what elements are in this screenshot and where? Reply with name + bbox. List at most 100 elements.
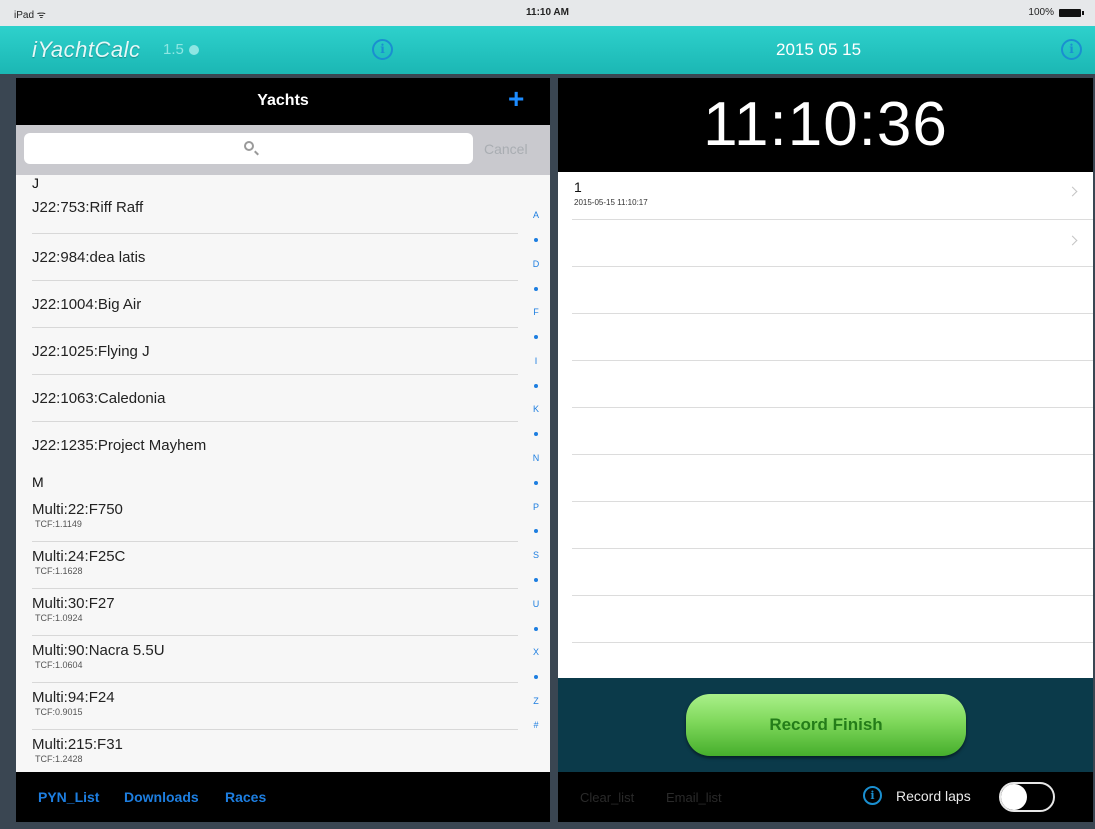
race-clock: 11:10:36 bbox=[558, 78, 1093, 172]
yacht-tcf: TCF:1.0924 bbox=[35, 613, 83, 623]
index-letter[interactable]: A bbox=[528, 203, 544, 227]
index-letter[interactable]: K bbox=[528, 397, 544, 421]
record-finish-button[interactable]: Record Finish bbox=[686, 694, 966, 756]
search-bar: Cancel bbox=[16, 125, 550, 175]
toggle-knob bbox=[1001, 784, 1027, 810]
info-icon[interactable]: i bbox=[372, 39, 393, 60]
yacht-tcf: TCF:0.9015 bbox=[35, 707, 83, 717]
index-letter[interactable]: P bbox=[528, 495, 544, 519]
version-button[interactable]: 1.5 bbox=[163, 41, 199, 58]
pyn-list-button[interactable]: PYN_List bbox=[38, 789, 99, 805]
email-list-button[interactable]: Email_list bbox=[666, 790, 722, 805]
index-dot bbox=[528, 227, 544, 251]
chevron-right-icon bbox=[1067, 235, 1078, 246]
section-index[interactable]: A D F I K N P S U X Z # bbox=[528, 203, 544, 738]
finish-list: 1 2015-05-15 11:10:17 bbox=[558, 172, 1093, 678]
finish-number: 1 bbox=[574, 179, 582, 195]
yacht-row[interactable]: J22:1063:Caledonia bbox=[16, 375, 550, 422]
app-title-bar: iYachtCalc 1.5 i 2015 05 15 i bbox=[0, 26, 1095, 74]
chevron-right-icon bbox=[1067, 186, 1078, 197]
search-input[interactable] bbox=[24, 133, 473, 164]
index-letter[interactable]: D bbox=[528, 252, 544, 276]
yacht-name: Multi:90:Nacra 5.5U bbox=[32, 642, 165, 659]
yacht-row[interactable]: J22:1235:Project Mayhem bbox=[16, 422, 550, 469]
yachts-header: Yachts + bbox=[16, 78, 550, 125]
index-dot bbox=[528, 470, 544, 494]
section-header-m: M bbox=[32, 474, 44, 490]
info-icon[interactable]: i bbox=[863, 786, 882, 805]
finish-button-area: Record Finish bbox=[558, 678, 1093, 772]
index-dot bbox=[528, 324, 544, 348]
yacht-name: Multi:22:F750 bbox=[32, 501, 123, 518]
row-divider bbox=[572, 595, 1093, 596]
finish-panel: 11:10:36 1 2015-05-15 11:10:17 Record Fi… bbox=[558, 78, 1093, 822]
row-divider bbox=[572, 548, 1093, 549]
version-label: 1.5 bbox=[163, 41, 184, 58]
row-divider bbox=[572, 360, 1093, 361]
app-name: iYachtCalc bbox=[32, 37, 141, 62]
search-icon bbox=[244, 141, 254, 151]
row-divider bbox=[572, 407, 1093, 408]
status-bar: iPad ᯤ 11:10 AM 100% bbox=[0, 0, 1095, 26]
yacht-row[interactable]: Multi:94:F24 TCF:0.9015 bbox=[16, 683, 550, 730]
yacht-row[interactable]: J22:1025:Flying J bbox=[16, 328, 550, 375]
index-dot bbox=[528, 665, 544, 689]
row-divider bbox=[572, 642, 1093, 643]
yacht-row[interactable]: Multi:215:F31 TCF:1.2428 bbox=[16, 730, 550, 777]
yachts-title: Yachts bbox=[257, 92, 309, 109]
battery-indicator: 100% bbox=[1028, 7, 1084, 18]
finish-row-empty[interactable] bbox=[558, 219, 1093, 266]
battery-percent: 100% bbox=[1028, 7, 1054, 18]
index-letter[interactable]: S bbox=[528, 543, 544, 567]
yacht-row[interactable]: Multi:30:F27 TCF:1.0924 bbox=[16, 589, 550, 636]
yacht-tcf: TCF:1.1149 bbox=[35, 519, 82, 529]
yacht-name: J22:984:dea latis bbox=[32, 249, 146, 266]
yacht-name: Multi:24:F25C bbox=[32, 548, 126, 565]
record-laps-toggle[interactable] bbox=[999, 782, 1055, 812]
section-header-j: J bbox=[32, 175, 39, 191]
yacht-row[interactable]: Multi:90:Nacra 5.5U TCF:1.0604 bbox=[16, 636, 550, 683]
index-letter[interactable]: Z bbox=[528, 689, 544, 713]
row-divider bbox=[572, 501, 1093, 502]
index-dot bbox=[528, 519, 544, 543]
downloads-button[interactable]: Downloads bbox=[124, 789, 199, 805]
index-dot bbox=[528, 422, 544, 446]
finish-row[interactable]: 1 2015-05-15 11:10:17 bbox=[558, 172, 1093, 219]
yacht-row[interactable]: Multi:22:F750 TCF:1.1149 bbox=[16, 495, 550, 542]
yacht-row[interactable]: J22:984:dea latis bbox=[16, 234, 550, 281]
cancel-search-button[interactable]: Cancel bbox=[484, 141, 528, 157]
row-divider bbox=[572, 454, 1093, 455]
battery-icon bbox=[1059, 8, 1084, 17]
yacht-name: Multi:215:F31 bbox=[32, 736, 123, 753]
settings-gear-icon bbox=[188, 45, 199, 56]
index-dot bbox=[528, 276, 544, 300]
record-laps-label: Record laps bbox=[896, 788, 971, 804]
yacht-name: J22:753:Riff Raff bbox=[32, 199, 144, 216]
index-letter[interactable]: N bbox=[528, 446, 544, 470]
add-yacht-button[interactable]: + bbox=[508, 83, 524, 115]
index-letter[interactable]: X bbox=[528, 640, 544, 664]
row-divider bbox=[572, 313, 1093, 314]
left-toolbar: PYN_List Downloads Races bbox=[16, 772, 550, 822]
index-letter[interactable]: # bbox=[528, 713, 544, 737]
yacht-row[interactable]: J22:1004:Big Air bbox=[16, 281, 550, 328]
yacht-name: J22:1063:Caledonia bbox=[32, 390, 166, 407]
yacht-tcf: TCF:1.0604 bbox=[35, 660, 83, 670]
yacht-name: Multi:94:F24 bbox=[32, 689, 115, 706]
index-letter[interactable]: I bbox=[528, 349, 544, 373]
yacht-row[interactable]: J22:753:Riff Raff bbox=[16, 191, 550, 234]
row-divider bbox=[572, 266, 1093, 267]
yacht-list: J J22:753:Riff Raff J22:984:dea latis J2… bbox=[16, 175, 550, 777]
yacht-name: J22:1004:Big Air bbox=[32, 296, 142, 313]
yacht-name: J22:1025:Flying J bbox=[32, 343, 150, 360]
info-icon-right[interactable]: i bbox=[1061, 39, 1082, 60]
clear-list-button[interactable]: Clear_list bbox=[580, 790, 634, 805]
index-dot bbox=[528, 567, 544, 591]
races-button[interactable]: Races bbox=[225, 789, 266, 805]
yacht-name: J22:1235:Project Mayhem bbox=[32, 437, 207, 454]
index-dot bbox=[528, 616, 544, 640]
yacht-row[interactable]: Multi:24:F25C TCF:1.1628 bbox=[16, 542, 550, 589]
index-dot bbox=[528, 373, 544, 397]
index-letter[interactable]: F bbox=[528, 300, 544, 324]
index-letter[interactable]: U bbox=[528, 592, 544, 616]
